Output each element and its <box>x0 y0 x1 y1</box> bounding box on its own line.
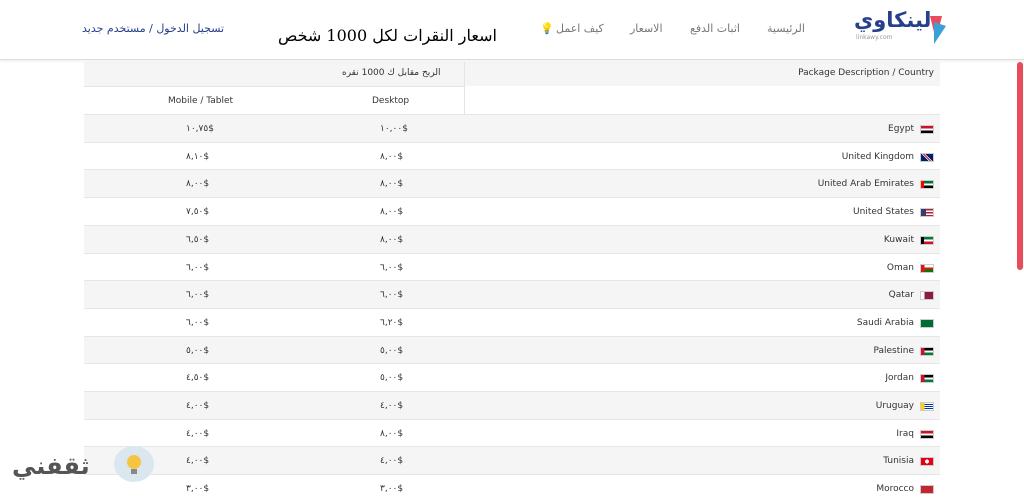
table-row: Qatar ٦,٠٠$ ٦,٠٠$ <box>84 280 940 309</box>
nav-how-it-works[interactable]: كيف اعمل <box>556 22 604 35</box>
login-register-link[interactable]: تسجيل الدخول / مستخدم جديد <box>82 22 224 35</box>
desktop-price: ٤,٠٠$ <box>380 456 404 467</box>
mobile-price: ٦,٠٠$ <box>186 262 210 273</box>
palestine-flag-icon <box>920 346 934 356</box>
table-row: Jordan ٥,٠٠$ ٤,٥٠$ <box>84 363 940 392</box>
desktop-price: ٨,٠٠$ <box>380 234 404 245</box>
table-row: United Arab Emirates ٨,٠٠$ ٨,٠٠$ <box>84 169 940 198</box>
jordan-flag-icon <box>920 374 934 384</box>
mobile-price: ٦,٠٠$ <box>186 290 210 301</box>
desktop-price: ٦,٠٠$ <box>380 290 404 301</box>
table-row: Kuwait ٨,٠٠$ ٦,٥٠$ <box>84 224 940 253</box>
country-name: Morocco <box>876 484 914 495</box>
desktop-price: ٣,٠٠$ <box>380 484 404 495</box>
country-name: Kuwait <box>883 234 914 245</box>
column-header-profit: الربح مقابل ك 1000 نقره <box>342 68 441 78</box>
country-name: Iraq <box>896 428 914 439</box>
saudi-flag-icon <box>920 318 934 328</box>
mobile-price: ٣,٠٠$ <box>186 484 210 495</box>
desktop-price: ٥,٠٠$ <box>380 345 404 356</box>
mobile-price: ٤,٠٠$ <box>186 401 210 411</box>
header-divider <box>84 86 464 87</box>
oman-flag-icon <box>920 263 934 273</box>
uae-flag-icon <box>920 180 934 190</box>
desktop-price: ٨,٠٠$ <box>380 179 404 190</box>
morocco-flag-icon <box>920 485 934 495</box>
mobile-price: ٨,١٠$ <box>186 151 210 162</box>
country-name: Jordan <box>885 373 914 384</box>
table-row: Uruguay ٤,٠٠$ ٤,٠٠$ <box>84 391 940 419</box>
table-row: Saudi Arabia ٦,٢٠$ ٦,٠٠$ <box>84 307 940 336</box>
desktop-price: ٦,٢٠$ <box>380 317 404 328</box>
table-row: United States ٨,٠٠$ ٧,٥٠$ <box>84 197 940 226</box>
uk-flag-icon <box>920 152 934 162</box>
desktop-price: ٤,٠٠$ <box>380 401 404 411</box>
desktop-price: ٥,٠٠$ <box>380 373 404 384</box>
column-header-desktop: Desktop <box>372 96 410 106</box>
table-row: Palestine ٥,٠٠$ ٥,٠٠$ <box>84 335 940 364</box>
table-row: Tunisia ٤,٠٠$ ٤,٠٠$ <box>84 446 940 475</box>
mobile-price: ٤,٥٠$ <box>186 373 210 384</box>
nav-prices[interactable]: الاسعار <box>630 22 663 35</box>
country-name: United Kingdom <box>841 151 914 162</box>
desktop-price: ٨,٠٠$ <box>380 207 404 218</box>
logo-subtitle: linkawy.com <box>856 34 893 41</box>
country-name: Egypt <box>888 124 914 134</box>
desktop-price: ٨,٠٠$ <box>380 151 404 162</box>
mobile-price: ٧,٥٠$ <box>186 207 210 218</box>
table-row: Iraq ٨,٠٠$ ٤,٠٠$ <box>84 418 940 447</box>
desktop-price: ١٠,٠٠$ <box>380 124 408 134</box>
mobile-price: ٥,٠٠$ <box>186 345 210 356</box>
table-row: United Kingdom ٨,٠٠$ ٨,١٠$ <box>84 141 940 170</box>
country-name: Tunisia <box>883 456 914 467</box>
country-name: Qatar <box>888 290 914 301</box>
watermark-text: ثقفني <box>12 452 90 480</box>
lightbulb-icon: 💡 <box>540 22 554 35</box>
nav-home[interactable]: الرئيسية <box>767 22 805 35</box>
country-name: Saudi Arabia <box>856 317 914 328</box>
top-navbar: لينكاوي linkawy.com الرئيسية اثبات الدفع… <box>0 0 1024 60</box>
mobile-price: ٤,٠٠$ <box>186 456 210 467</box>
header-divider <box>464 62 465 114</box>
kuwait-flag-icon <box>920 235 934 245</box>
desktop-price: ٦,٠٠$ <box>380 262 404 273</box>
country-name: United Arab Emirates <box>817 179 914 190</box>
table-row: Oman ٦,٠٠$ ٦,٠٠$ <box>84 252 940 281</box>
uruguay-flag-icon <box>920 402 934 411</box>
scrollbar-thumb[interactable] <box>1017 62 1023 270</box>
mobile-price: ٦,٥٠$ <box>186 234 210 245</box>
country-name: Oman <box>886 262 914 273</box>
usa-flag-icon <box>920 208 934 218</box>
country-name: Palestine <box>873 345 914 356</box>
column-header-country: Package Description / Country <box>798 68 934 78</box>
page-headline: اسعار النقرات لكل 1000 شخص <box>278 26 497 45</box>
logo-text[interactable]: لينكاوي <box>854 8 931 32</box>
qatar-flag-icon <box>920 291 934 301</box>
nav-payment-proof[interactable]: اثبات الدفع <box>690 22 740 35</box>
egypt-flag-icon <box>920 125 934 134</box>
mobile-price: ١٠,٧٥$ <box>186 124 214 134</box>
country-name: Uruguay <box>875 401 914 411</box>
mobile-price: ٨,٠٠$ <box>186 179 210 190</box>
table-row: Egypt ١٠,٠٠$ ١٠,٧٥$ <box>84 114 940 142</box>
mobile-price: ٦,٠٠$ <box>186 317 210 328</box>
column-header-mobile: Mobile / Tablet <box>168 96 234 106</box>
country-name: United States <box>853 207 914 218</box>
iraq-flag-icon <box>920 429 934 439</box>
mobile-price: ٤,٠٠$ <box>186 428 210 439</box>
table-row: Morocco ٣,٠٠$ ٣,٠٠$ <box>84 474 940 502</box>
tunisia-flag-icon <box>920 457 934 467</box>
desktop-price: ٨,٠٠$ <box>380 428 404 439</box>
